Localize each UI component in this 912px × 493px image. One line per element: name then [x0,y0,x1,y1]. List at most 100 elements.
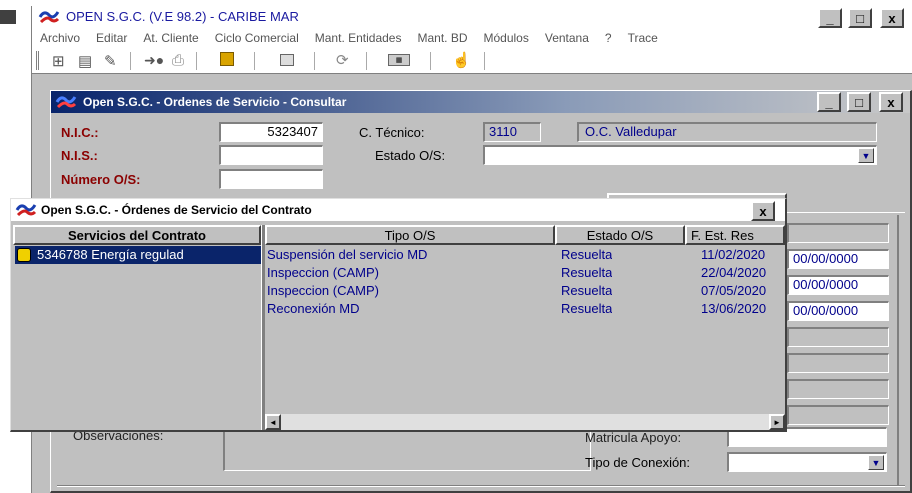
contrato-dialog: Open S.G.C. - Órdenes de Servicio del Co… [10,198,787,432]
row-fecha: 11/02/2020 [701,247,766,262]
date-field-3[interactable]: 00/00/0000 [787,301,889,321]
services-panel: Servicios del Contrato 5346788 Energía r… [13,225,277,430]
estado-os-select[interactable]: ▼ [483,145,877,165]
menu-help[interactable]: ? [605,31,612,45]
menu-mant-bd[interactable]: Mant. BD [417,31,467,45]
toolbar-separator [254,52,255,70]
copy-icon[interactable] [220,52,234,66]
menu-ciclo-comercial[interactable]: Ciclo Comercial [215,31,299,45]
contrato-title-bar[interactable]: Open S.G.C. - Órdenes de Servicio del Co… [11,199,785,221]
nis-input[interactable] [219,145,323,165]
toolbar-grip [36,51,39,70]
menu-modulos[interactable]: Módulos [484,31,529,45]
date-field-1[interactable]: 00/00/0000 [787,249,889,269]
tipo-conexion-dropdown-icon[interactable]: ▼ [868,455,884,470]
service-label: 5346788 Energía regulad [37,247,184,262]
row-tipo: Suspensión del servicio MD [267,247,428,262]
date-field-3-value: 00/00/0000 [793,303,859,318]
consultar-maximize-button[interactable]: □ [847,92,871,112]
calculator-icon[interactable] [280,54,294,66]
close-button[interactable]: x [880,8,904,28]
contrato-title: Open S.G.C. - Órdenes de Servicio del Co… [41,203,312,217]
row-tipo: Inspeccion (CAMP) [267,265,379,280]
consultar-title-bar[interactable]: Open S.G.C. - Ordenes de Servicio - Cons… [51,91,910,113]
centro-tecnico-name-value: O.C. Valledupar [585,124,677,139]
desktop-edge [0,10,16,24]
services-header: Servicios del Contrato [13,225,261,245]
lightbulb-icon [17,248,31,262]
horizontal-scrollbar[interactable]: ◄ ► [265,414,785,430]
orders-rows: Suspensión del servicio MD Resuelta 11/0… [265,245,785,405]
contrato-close-button[interactable]: x [751,201,775,221]
row-tipo: Reconexión MD [267,301,360,316]
centro-tecnico-label: C. Técnico: [359,125,425,140]
row-fecha: 07/05/2020 [701,283,767,298]
date-field-2[interactable]: 00/00/0000 [787,275,889,295]
row-estado: Resuelta [561,301,613,316]
contrato-logo-icon [15,202,37,218]
estado-os-label: Estado O/S: [375,148,446,163]
main-title: OPEN S.G.C. (V.E 98.2) - CARIBE MAR [66,9,299,24]
consultar-minimize-button[interactable]: _ [817,92,841,112]
new-icon[interactable]: ⊞ [52,52,65,70]
export-icon[interactable]: ➜● [144,52,164,69]
menu-at-cliente[interactable]: At. Cliente [143,31,198,45]
menu-ventana[interactable]: Ventana [545,31,589,45]
menu-editar[interactable]: Editar [96,31,127,45]
centro-tecnico-code-value: 3110 [489,124,517,139]
col-tipo-os[interactable]: Tipo O/S [265,225,555,245]
centro-tecnico-name: O.C. Valledupar [577,122,877,142]
toolbar-separator [130,52,131,70]
print-icon[interactable]: ⎙ [172,52,184,69]
consultar-close-button[interactable]: x [879,92,903,112]
app-logo-icon [38,9,60,25]
menu-bar: Archivo Editar At. Cliente Ciclo Comerci… [32,28,912,48]
numero-os-label: Número O/S: [61,172,141,187]
row-estado: Resuelta [561,283,613,298]
col-fecha-label: F. Est. Res [691,227,754,243]
refresh-icon[interactable]: ⟳ [336,51,349,69]
col-fecha[interactable]: F. Est. Res [685,225,785,245]
handshake-icon[interactable]: ☝ [452,51,471,69]
nic-label: N.I.C.: [61,125,99,140]
minimize-button[interactable]: _ [818,8,842,28]
toolbar-separator [366,52,367,70]
toolbar-separator [484,52,485,70]
main-title-bar[interactable]: OPEN S.G.C. (V.E 98.2) - CARIBE MAR _ □ … [32,6,912,28]
consultar-logo-icon [55,94,77,110]
table-row[interactable]: Inspeccion (CAMP) Resuelta 22/04/2020 [265,265,785,283]
orders-table: Tipo O/S Estado O/S F. Est. Res Suspensi… [265,225,785,430]
toolbar: ⊞ ▤ ✎ ➜● ⎙ ⟳ ▦ ☝ [32,48,912,74]
service-item[interactable]: 5346788 Energía regulad [15,246,277,264]
menu-mant-entidades[interactable]: Mant. Entidades [315,31,402,45]
nic-input[interactable]: 5323407 [219,122,323,142]
tipo-conexion-select[interactable]: ▼ [727,452,887,472]
side-field-7 [787,405,889,425]
date-field-1-value: 00/00/0000 [793,251,859,266]
side-field-5 [787,353,889,373]
table-row[interactable]: Suspensión del servicio MD Resuelta 11/0… [265,247,785,265]
date-field-2-value: 00/00/0000 [793,277,859,292]
numero-os-input[interactable] [219,169,323,189]
save-icon[interactable]: ▤ [78,52,92,70]
consultar-title: Open S.G.C. - Ordenes de Servicio - Cons… [83,95,347,109]
menu-archivo[interactable]: Archivo [40,31,80,45]
maximize-button[interactable]: □ [848,8,872,28]
toolbar-separator [314,52,315,70]
estado-os-dropdown-icon[interactable]: ▼ [858,148,874,163]
menu-trace[interactable]: Trace [628,31,658,45]
toolbar-separator [430,52,431,70]
edit-icon[interactable]: ✎ [104,52,117,70]
row-estado: Resuelta [561,247,613,262]
dbs-icon[interactable]: ▦ [388,54,410,66]
table-row[interactable]: Reconexión MD Resuelta 13/06/2020 [265,301,785,319]
tipo-conexion-label: Tipo de Conexión: [585,455,691,470]
centro-tecnico-code: 3110 [483,122,541,142]
row-tipo: Inspeccion (CAMP) [267,283,379,298]
col-estado-os[interactable]: Estado O/S [555,225,685,245]
scroll-left-button[interactable]: ◄ [265,414,281,430]
scroll-right-button[interactable]: ► [769,414,785,430]
table-row[interactable]: Inspeccion (CAMP) Resuelta 07/05/2020 [265,283,785,301]
nic-value: 5323407 [267,124,318,139]
toolbar-separator [196,52,197,70]
